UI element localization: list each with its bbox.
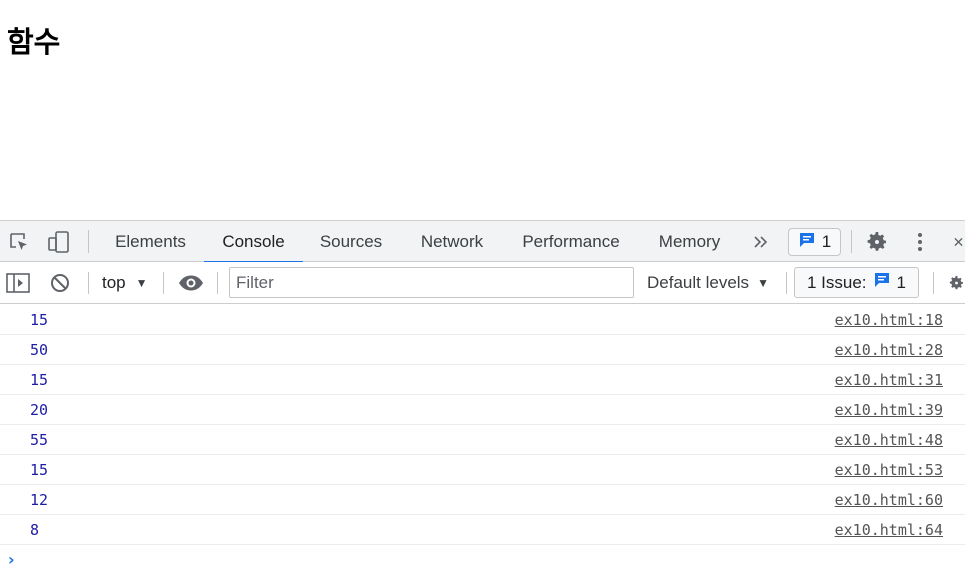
toolbar-divider	[786, 272, 787, 294]
toolbar-divider	[217, 272, 218, 294]
console-message-row: 12 ex10.html:60	[0, 485, 965, 515]
gear-icon[interactable]	[864, 229, 890, 255]
double-chevron-right-icon[interactable]	[750, 231, 772, 253]
source-link[interactable]: ex10.html:28	[835, 335, 943, 365]
device-toolbar-icon[interactable]	[46, 229, 72, 255]
page-title: 함수	[7, 25, 61, 59]
toolbar-divider	[851, 230, 852, 253]
message-icon	[873, 271, 891, 294]
console-message-row: 15 ex10.html:31	[0, 365, 965, 395]
caret-down-icon: ▼	[135, 276, 148, 290]
console-toolbar: top ▼ Default levels ▼ 1 Issue:	[0, 262, 965, 304]
toolbar-divider	[88, 272, 89, 294]
close-icon[interactable]	[952, 232, 965, 252]
console-settings-gear-icon[interactable]	[948, 271, 965, 295]
eye-icon[interactable]	[177, 272, 205, 294]
toolbar-divider	[88, 230, 89, 253]
messages-badge-button[interactable]: 1	[788, 228, 841, 256]
console-message-row: 20 ex10.html:39	[0, 395, 965, 425]
log-value: 15	[30, 461, 49, 479]
console-log: 15 ex10.html:18 50 ex10.html:28 15 ex10.…	[0, 305, 965, 575]
console-message-row: 15 ex10.html:53	[0, 455, 965, 485]
source-link[interactable]: ex10.html:53	[835, 455, 943, 485]
issues-label: 1 Issue:	[806, 272, 867, 292]
clear-console-icon[interactable]	[49, 272, 71, 294]
log-value: 20	[30, 401, 49, 419]
log-value: 15	[30, 311, 49, 329]
tab-elements[interactable]: Elements	[101, 221, 200, 262]
prompt-chevron-icon: ›	[8, 550, 15, 569]
kebab-menu-icon[interactable]	[910, 230, 930, 254]
toolbar-divider	[933, 272, 934, 294]
source-link[interactable]: ex10.html:31	[835, 365, 943, 395]
devtools-panel: Elements Console Sources Network Perform…	[0, 220, 965, 586]
source-link[interactable]: ex10.html:18	[835, 305, 943, 335]
console-message-row: 15 ex10.html:18	[0, 305, 965, 335]
log-value: 15	[30, 371, 49, 389]
tab-network[interactable]: Network	[404, 221, 500, 262]
context-selector[interactable]: top ▼	[102, 262, 148, 304]
source-link[interactable]: ex10.html:39	[835, 395, 943, 425]
console-message-row: 50 ex10.html:28	[0, 335, 965, 365]
tab-sources[interactable]: Sources	[306, 221, 396, 262]
message-icon	[798, 231, 816, 254]
console-message-row: 8 ex10.html:64	[0, 515, 965, 545]
source-link[interactable]: ex10.html:48	[835, 425, 943, 455]
log-value: 8	[30, 521, 40, 539]
tab-console[interactable]: Console	[204, 221, 303, 263]
log-levels-dropdown[interactable]: Default levels ▼	[647, 262, 769, 304]
messages-count: 1	[821, 232, 832, 251]
sidebar-toggle-icon[interactable]	[5, 272, 31, 294]
log-value: 55	[30, 431, 49, 449]
source-link[interactable]: ex10.html:64	[835, 515, 943, 545]
tab-performance[interactable]: Performance	[508, 221, 634, 262]
devtools-tab-bar: Elements Console Sources Network Perform…	[0, 221, 965, 263]
toolbar-divider	[163, 272, 164, 294]
log-levels-label: Default levels	[647, 273, 750, 292]
issues-count: 1	[896, 272, 906, 292]
console-message-row: 55 ex10.html:48	[0, 425, 965, 455]
caret-down-icon: ▼	[757, 276, 769, 290]
context-value: top	[102, 273, 126, 292]
console-prompt[interactable]: ›	[0, 545, 965, 575]
issues-button[interactable]: 1 Issue: 1	[794, 267, 919, 298]
log-value: 12	[30, 491, 49, 509]
filter-input[interactable]	[229, 267, 634, 298]
inspect-element-icon[interactable]	[6, 230, 32, 254]
source-link[interactable]: ex10.html:60	[835, 485, 943, 515]
tab-memory[interactable]: Memory	[643, 221, 736, 262]
log-value: 50	[30, 341, 49, 359]
